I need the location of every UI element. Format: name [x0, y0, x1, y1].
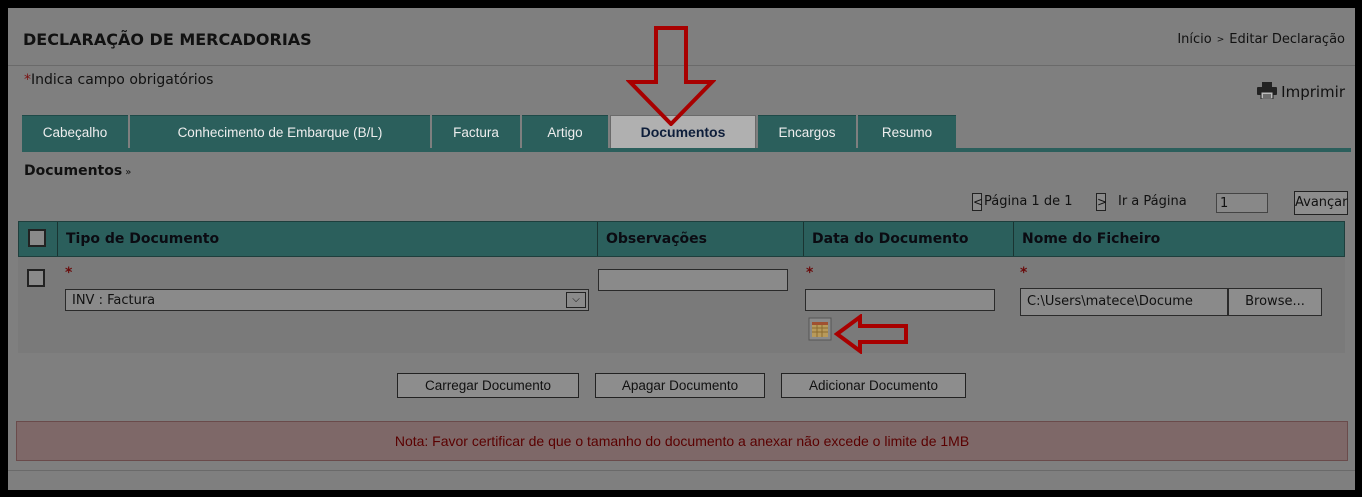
- col-header-date: Data do Documento: [803, 222, 1013, 256]
- goto-page-input[interactable]: [1216, 193, 1268, 213]
- upload-document-button[interactable]: Carregar Documento: [397, 373, 579, 398]
- document-type-value: INV : Factura: [72, 293, 156, 308]
- browse-button[interactable]: Browse...: [1228, 288, 1322, 316]
- prev-page-button[interactable]: <: [972, 193, 983, 211]
- breadcrumb-current: Editar Declaração: [1229, 32, 1345, 47]
- breadcrumb-separator-icon: >: [1216, 35, 1225, 45]
- type-required-star: *: [65, 265, 73, 281]
- page-indicator: Página 1 de 1: [984, 194, 1073, 209]
- col-header-type: Tipo de Documento: [57, 222, 597, 256]
- breadcrumb-home[interactable]: Início: [1177, 32, 1211, 47]
- go-button[interactable]: Avançar: [1294, 191, 1348, 215]
- goto-page-label: Ir a Página: [1118, 194, 1187, 209]
- select-all-checkbox[interactable]: [28, 229, 46, 247]
- required-fields-note: *Indica campo obrigatórios: [24, 72, 213, 88]
- table-row: * INV : Factura ⌵ * * C:\Users\matece\Do…: [18, 257, 1345, 353]
- printer-icon: [1257, 82, 1278, 99]
- row-checkbox[interactable]: [27, 269, 45, 287]
- add-document-button[interactable]: Adicionar Documento: [781, 373, 966, 398]
- col-header-observations: Observações: [597, 222, 803, 256]
- document-actions: Carregar Documento Apagar Documento Adic…: [8, 373, 1355, 399]
- chevron-down-icon: »: [125, 167, 132, 178]
- page-frame: DECLARAÇÃO DE MERCADORIAS Início > Editar …: [8, 8, 1355, 490]
- file-name-input[interactable]: C:\Users\matece\Docume: [1020, 288, 1228, 316]
- tab-encargos[interactable]: Encargos: [758, 115, 856, 148]
- section-title[interactable]: Documentos»: [24, 163, 131, 179]
- tab-cabecalho[interactable]: Cabeçalho: [22, 115, 128, 148]
- tab-resumo[interactable]: Resumo: [858, 115, 956, 148]
- observations-input[interactable]: [598, 269, 788, 291]
- tab-bar-underline: [22, 148, 1351, 152]
- table-header: Tipo de Documento Observações Data do Do…: [18, 221, 1345, 257]
- delete-document-button[interactable]: Apagar Documento: [595, 373, 765, 398]
- col-header-file: Nome do Ficheiro: [1013, 222, 1344, 256]
- tab-artigo[interactable]: Artigo: [522, 115, 608, 148]
- breadcrumb: Início > Editar Declaração: [1177, 32, 1345, 47]
- tab-conhecimento-embarque[interactable]: Conhecimento de Embarque (B/L): [130, 115, 430, 148]
- dropdown-arrow-icon: ⌵: [566, 292, 586, 308]
- date-required-star: *: [806, 265, 814, 281]
- tab-factura[interactable]: Factura: [432, 115, 520, 148]
- section-title-text: Documentos: [24, 163, 123, 179]
- next-page-button[interactable]: >: [1096, 193, 1107, 211]
- file-size-note: Nota: Favor certificar de que o tamanho …: [16, 421, 1348, 461]
- print-label: Imprimir: [1281, 83, 1345, 101]
- document-type-select[interactable]: INV : Factura ⌵: [65, 289, 589, 311]
- print-button[interactable]: Imprimir: [1257, 82, 1345, 101]
- calendar-icon[interactable]: [808, 317, 832, 341]
- required-note-text: Indica campo obrigatórios: [31, 72, 214, 88]
- annotation-arrow-down-icon: [626, 26, 716, 126]
- file-required-star: *: [1020, 265, 1028, 281]
- document-date-input[interactable]: [805, 289, 995, 311]
- annotation-arrow-left-icon: [834, 314, 908, 354]
- required-star: *: [24, 72, 31, 88]
- footer-divider: [8, 470, 1355, 471]
- page-title: DECLARAÇÃO DE MERCADORIAS: [23, 30, 312, 49]
